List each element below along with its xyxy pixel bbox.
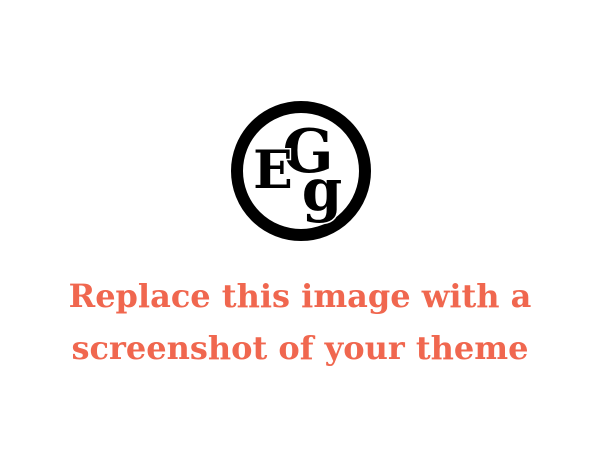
placeholder-message: Replace this image with a screenshot of … bbox=[0, 270, 600, 374]
theme-screenshot-placeholder: G E g Replace this image with a screensh… bbox=[0, 0, 600, 450]
svg-text:g: g bbox=[302, 156, 343, 224]
svg-text:E: E bbox=[253, 140, 293, 201]
placeholder-line-1: Replace this image with a bbox=[68, 277, 532, 315]
placeholder-line-2: screenshot of your theme bbox=[71, 329, 529, 367]
eg-monogram-logo-icon: G E g bbox=[230, 100, 372, 242]
